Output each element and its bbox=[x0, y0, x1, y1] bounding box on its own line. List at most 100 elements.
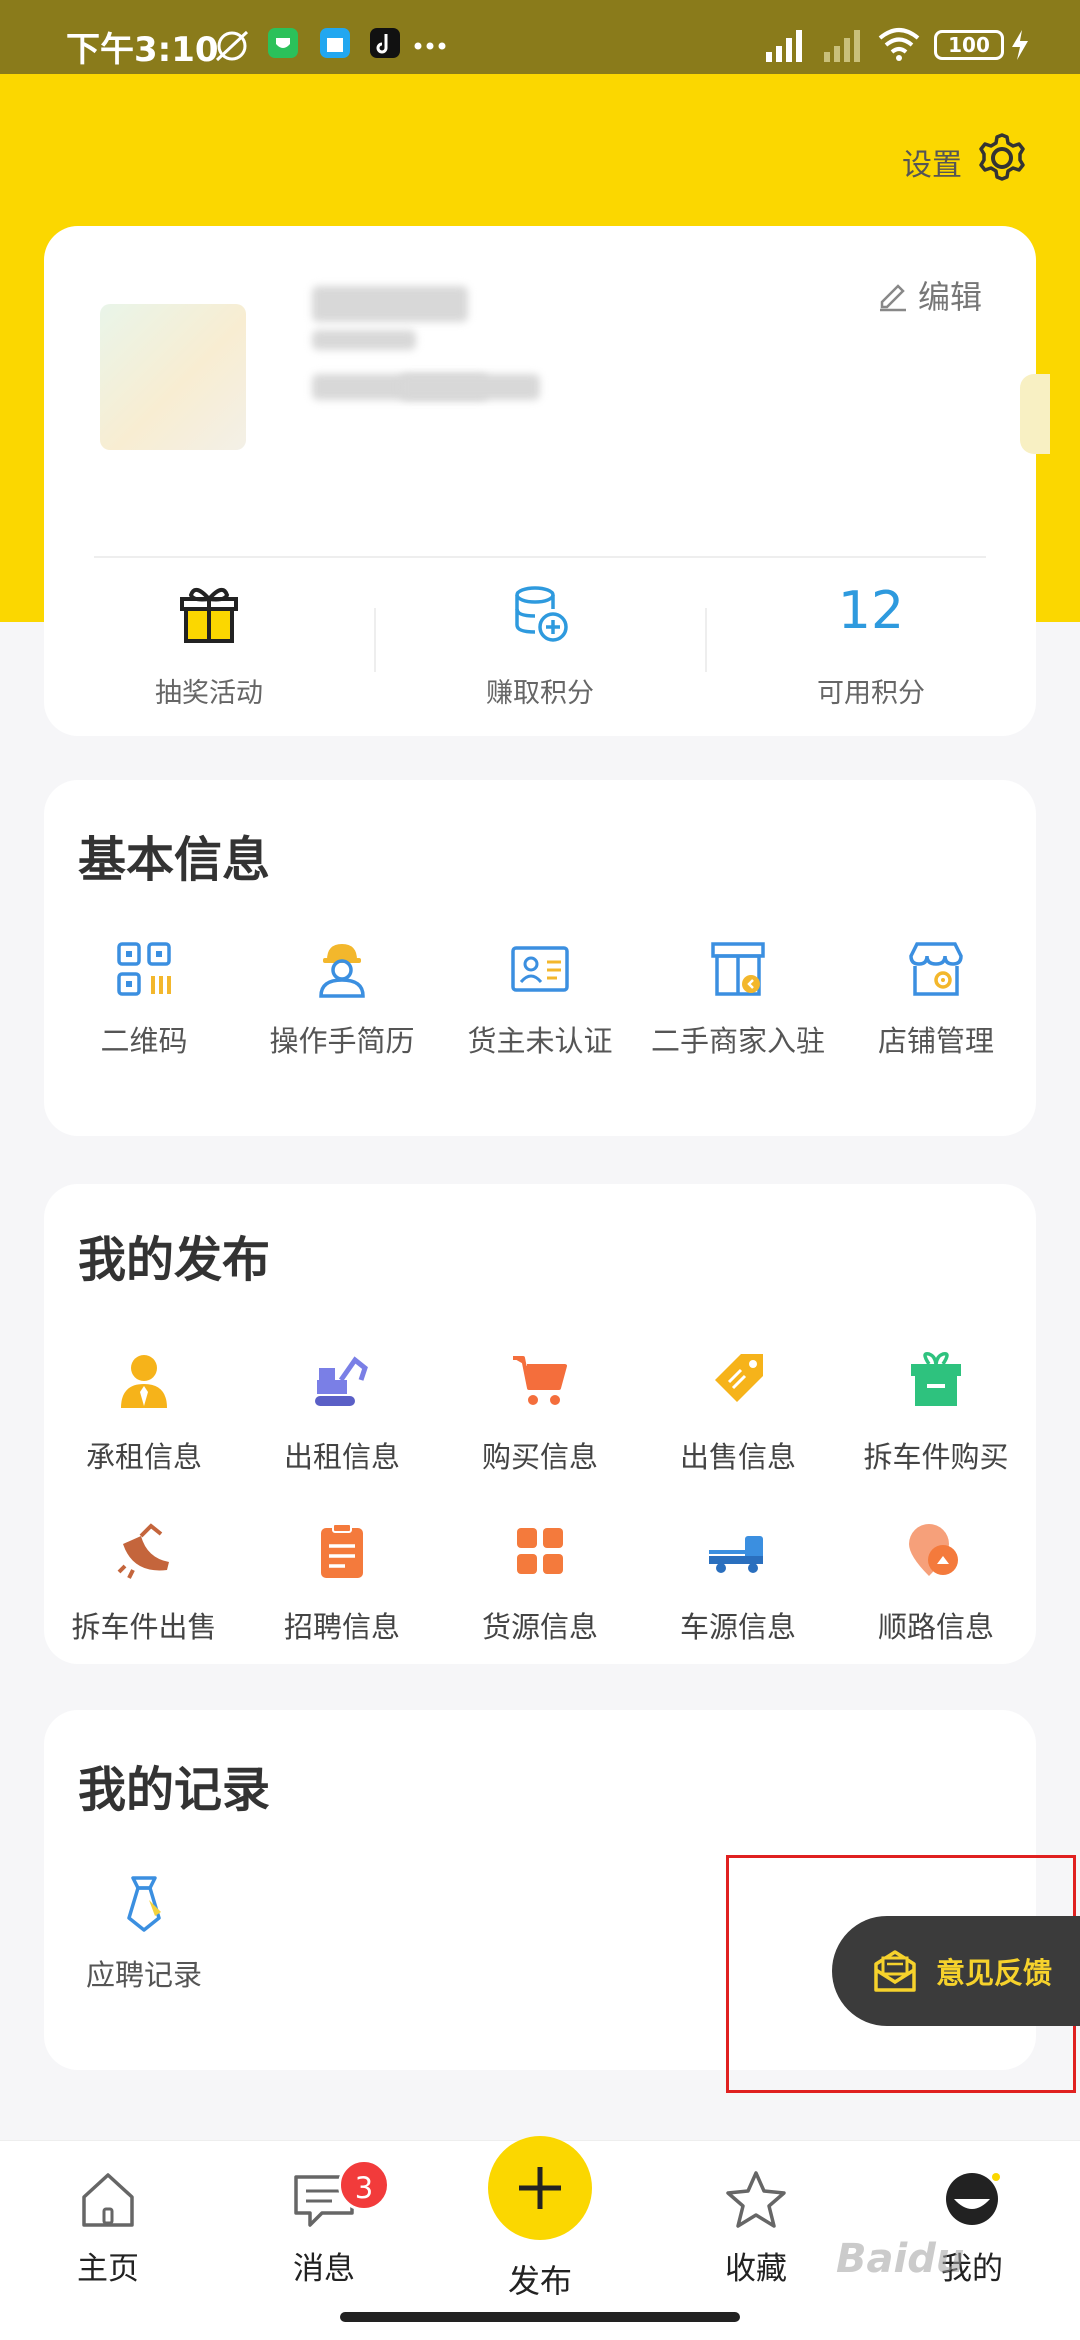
username-redacted-line bbox=[312, 330, 416, 350]
home-icon bbox=[82, 2173, 134, 2227]
publish-item-purchase[interactable]: 购买信息 bbox=[440, 1350, 640, 1476]
item-label: 店铺管理 bbox=[877, 1024, 994, 1058]
clipboard-icon bbox=[321, 1523, 363, 1578]
item-label: 顺路信息 bbox=[877, 1610, 994, 1644]
publish-item-recruit[interactable]: 招聘信息 bbox=[242, 1520, 442, 1646]
item-label: 二维码 bbox=[100, 1024, 188, 1058]
worker-icon bbox=[319, 944, 365, 998]
item-label: 拆车件购买 bbox=[863, 1440, 1009, 1474]
stat-earn-points[interactable]: 赚取积分 bbox=[375, 581, 705, 709]
profile-card: 编辑 抽奖活动 赚取积分 12 可用积分 bbox=[44, 226, 1050, 736]
bucket-icon bbox=[117, 1523, 169, 1579]
plus-icon bbox=[519, 2167, 561, 2209]
feedback-mail-icon bbox=[874, 1950, 916, 1992]
card-edge-tab bbox=[1020, 374, 1050, 454]
excavator-icon bbox=[315, 1356, 368, 1406]
bag-app-icon bbox=[320, 28, 350, 58]
item-label: 操作手简历 bbox=[269, 1024, 415, 1058]
signal-weak-icon bbox=[824, 30, 860, 62]
gift-icon bbox=[180, 587, 238, 643]
username-redacted bbox=[312, 286, 468, 322]
profile-face-icon bbox=[946, 2173, 1000, 2225]
gift-box-icon bbox=[911, 1351, 961, 1406]
item-label: 车源信息 bbox=[679, 1610, 796, 1644]
stat-lottery[interactable]: 抽奖活动 bbox=[44, 581, 374, 709]
shield-app-icon bbox=[268, 28, 298, 58]
nav-label: 收藏 bbox=[725, 2251, 787, 2287]
stat-label: 抽奖活动 bbox=[155, 678, 263, 709]
edit-button[interactable]: 编辑 bbox=[876, 272, 982, 318]
store-settings-icon bbox=[909, 942, 963, 996]
nav-favorites[interactable]: 收藏 bbox=[666, 2169, 846, 2288]
tiktok-icon bbox=[370, 28, 400, 58]
avatar[interactable] bbox=[100, 304, 246, 450]
item-label: 招聘信息 bbox=[283, 1610, 400, 1644]
publish-button[interactable] bbox=[488, 2136, 592, 2240]
alarm-off-icon bbox=[215, 30, 249, 62]
basic-item-owner-auth[interactable]: 货主未认证 bbox=[440, 938, 640, 1060]
divider bbox=[94, 556, 986, 558]
section-title: 基本信息 bbox=[78, 832, 271, 888]
points-value: 12 bbox=[837, 581, 905, 641]
route-icon bbox=[909, 1524, 958, 1576]
publish-item-cargo[interactable]: 货源信息 bbox=[440, 1520, 640, 1646]
item-label: 拆车件出售 bbox=[71, 1610, 217, 1644]
item-label: 货主未认证 bbox=[467, 1024, 613, 1058]
settings-label[interactable]: 设置 bbox=[902, 140, 962, 184]
publish-item-parts-sell[interactable]: 拆车件出售 bbox=[44, 1520, 244, 1646]
nav-label[interactable]: 发布 bbox=[490, 2256, 590, 2302]
feedback-label: 意见反馈 bbox=[936, 1956, 1053, 1990]
edit-label: 编辑 bbox=[917, 278, 982, 316]
battery-indicator: 100 bbox=[934, 30, 1004, 60]
records-item-applications[interactable]: 应聘记录 bbox=[44, 1872, 244, 1994]
basic-item-qrcode[interactable]: 二维码 bbox=[44, 938, 244, 1060]
signal-icon bbox=[766, 30, 802, 62]
gear-icon[interactable] bbox=[974, 130, 1030, 186]
status-bar: 下午3:10 100 bbox=[0, 0, 1080, 74]
wifi-icon bbox=[878, 28, 920, 61]
pencil-icon bbox=[879, 284, 906, 312]
truck-icon bbox=[709, 1536, 763, 1573]
item-label: 出租信息 bbox=[283, 1440, 400, 1474]
section-title: 我的记录 bbox=[78, 1762, 271, 1818]
publish-item-parts-buy[interactable]: 拆车件购买 bbox=[836, 1350, 1036, 1476]
publish-item-route[interactable]: 顺路信息 bbox=[836, 1520, 1036, 1646]
basic-info-card: 基本信息 二维码 操作手简历 货主未认证 二手商家入驻 店铺管理 bbox=[44, 780, 1036, 1136]
user-icon bbox=[121, 1355, 167, 1408]
publish-item-sell[interactable]: 出售信息 bbox=[638, 1350, 838, 1476]
section-title: 我的发布 bbox=[78, 1232, 271, 1288]
more-icon bbox=[414, 42, 446, 50]
message-count-badge: 3 bbox=[338, 2159, 390, 2211]
item-label: 出售信息 bbox=[679, 1440, 796, 1474]
cart-icon bbox=[513, 1356, 567, 1405]
nav-label: 消息 bbox=[293, 2251, 355, 2287]
basic-item-resume[interactable]: 操作手简历 bbox=[242, 938, 442, 1060]
item-label: 应聘记录 bbox=[85, 1958, 202, 1992]
shop-enter-icon bbox=[711, 942, 765, 996]
publish-item-rent-in[interactable]: 承租信息 bbox=[44, 1350, 244, 1476]
stat-label: 可用积分 bbox=[817, 678, 925, 709]
home-indicator[interactable] bbox=[340, 2312, 740, 2322]
stat-available-points[interactable]: 12 可用积分 bbox=[706, 581, 1036, 709]
status-time: 下午3:10 bbox=[66, 30, 219, 70]
user-info-redacted-2 bbox=[400, 374, 540, 400]
publish-item-rent-out[interactable]: 出租信息 bbox=[242, 1350, 442, 1476]
charging-icon bbox=[1012, 30, 1028, 60]
publish-item-vehicle[interactable]: 车源信息 bbox=[638, 1520, 838, 1646]
feedback-button[interactable]: 意见反馈 bbox=[832, 1916, 1080, 2026]
database-plus-icon bbox=[515, 586, 568, 642]
item-label: 货源信息 bbox=[481, 1610, 598, 1644]
item-label: 二手商家入驻 bbox=[650, 1024, 825, 1058]
tie-icon bbox=[127, 1876, 161, 1932]
tag-icon bbox=[715, 1354, 763, 1402]
my-publish-card: 我的发布 承租信息 出租信息 购买信息 出售信息 拆车件购买 拆车件出售 招聘信… bbox=[44, 1184, 1036, 1664]
star-icon bbox=[726, 2171, 786, 2228]
nav-home[interactable]: 主页 bbox=[18, 2169, 198, 2288]
grid-icon bbox=[517, 1528, 563, 1574]
qrcode-icon bbox=[117, 942, 171, 996]
nav-label: 主页 bbox=[77, 2251, 139, 2287]
basic-item-merchant-join[interactable]: 二手商家入驻 bbox=[638, 938, 838, 1060]
item-label: 承租信息 bbox=[85, 1440, 202, 1474]
baidu-watermark: Baidu bbox=[836, 2236, 965, 2282]
basic-item-store-manage[interactable]: 店铺管理 bbox=[836, 938, 1036, 1060]
